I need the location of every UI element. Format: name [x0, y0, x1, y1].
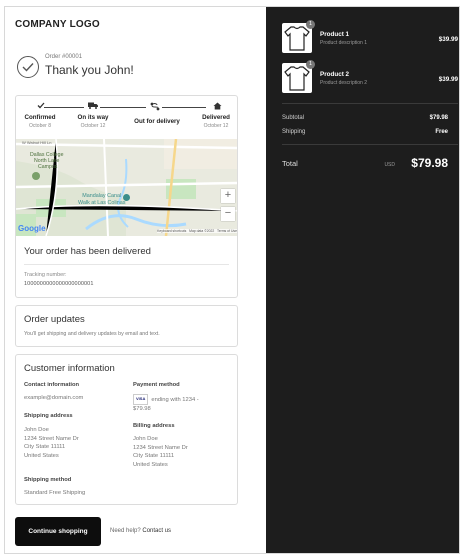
terms-link[interactable]: Terms of Use: [217, 229, 237, 233]
product-name: Product 1: [320, 31, 350, 38]
billing-address-heading: Billing address: [133, 423, 175, 429]
map-place-label: Mandalay Canal Walk at Las Colinas: [78, 193, 126, 206]
shipping-label: Shipping: [282, 129, 306, 135]
truck-icon: [88, 102, 98, 112]
map-zoom-out-button[interactable]: −: [221, 207, 235, 221]
main-column: COMPANY LOGO Order #00001 Thank you John…: [5, 7, 266, 553]
product-price: $39.99: [438, 76, 458, 83]
step-label-delivered: Delivered: [202, 114, 230, 121]
map-pin-icon: [32, 172, 40, 180]
order-updates-subtitle: You'll get shipping and delivery updates…: [24, 331, 160, 337]
visa-card-icon: VISA: [133, 394, 149, 405]
order-summary-panel: 1 Product 1 Product description 1 $39.99…: [266, 7, 459, 553]
progress-tracker: Confirmed October 8 On its way October 1…: [16, 96, 237, 139]
progress-line: [162, 107, 206, 108]
company-logo[interactable]: COMPANY LOGO: [15, 19, 100, 30]
step-label-confirmed: Confirmed: [24, 114, 56, 121]
customer-info-title: Customer information: [24, 363, 115, 374]
product-description: Product description 2: [320, 80, 367, 86]
tracking-label: Tracking number:: [24, 272, 67, 278]
quantity-badge: 1: [306, 60, 315, 69]
progress-line: [100, 107, 146, 108]
thank-you-heading: Thank you John!: [45, 63, 134, 77]
check-icon: [36, 102, 46, 112]
help-text: Need help? Contact us: [110, 528, 172, 534]
total-value: $79.98: [411, 156, 448, 170]
payment-heading: Payment method: [133, 382, 180, 388]
shipping-method-heading: Shipping method: [24, 477, 72, 483]
contact-us-link[interactable]: Contact us: [142, 528, 171, 534]
delivery-status-title: Your order has been delivered: [24, 246, 151, 257]
step-date-confirmed: October 8: [29, 123, 51, 129]
shipping-address-heading: Shipping address: [24, 413, 73, 419]
step-date-delivered: October 12: [203, 123, 229, 129]
contact-heading: Contact information: [24, 382, 80, 388]
product-item: 1 Product 2 Product description 2 $39.99: [282, 60, 458, 93]
divider: [24, 264, 229, 265]
map-pin-icon: [123, 194, 130, 201]
shipping-method: Standard Free Shipping: [24, 490, 86, 496]
product-description: Product description 1: [320, 40, 367, 46]
shipping-value: Free: [435, 129, 448, 135]
home-icon: [212, 102, 222, 112]
total-label: Total: [282, 159, 298, 168]
step-label-on-its-way: On its way: [77, 114, 109, 121]
order-status-page: COMPANY LOGO Order #00001 Thank you John…: [4, 6, 460, 554]
subtotal-label: Subtotal: [282, 115, 305, 121]
continue-shopping-button[interactable]: Continue shopping: [15, 517, 101, 546]
step-label-out-for-delivery: Out for delivery: [134, 118, 180, 125]
shipping-address: John Doe 1234 Street Name Dr City State …: [24, 427, 79, 459]
subtotal-value: $79.98: [429, 115, 448, 121]
divider: [282, 144, 458, 145]
keyboard-shortcuts-link[interactable]: Keyboard shortcuts: [157, 229, 186, 233]
order-status-card: Confirmed October 8 On its way October 1…: [15, 95, 238, 298]
map-attribution: Keyboard shortcuts Map data ©2022 Terms …: [157, 229, 237, 233]
map-street-label: W Walnut Hill Ln: [22, 140, 52, 145]
product-item: 1 Product 1 Product description 1 $39.99: [282, 20, 458, 53]
divider: [282, 103, 458, 104]
order-updates-title: Order updates: [24, 314, 85, 325]
map-zoom-in-button[interactable]: +: [221, 189, 235, 203]
order-number: Order #00001: [45, 54, 83, 60]
product-price: $39.99: [438, 36, 458, 43]
currency-code: USD: [384, 162, 395, 168]
billing-address: John Doe 1234 Street Name Dr City State …: [133, 436, 188, 468]
delivery-map[interactable]: W Walnut Hill Ln Dallas College North La…: [16, 139, 237, 236]
quantity-badge: 1: [306, 20, 315, 29]
customer-info-card: Customer information Contact information…: [15, 354, 238, 505]
product-name: Product 2: [320, 71, 350, 78]
order-updates-card: Order updates You'll get shipping and de…: [15, 305, 238, 347]
google-logo[interactable]: Google: [18, 224, 46, 233]
check-circle-icon: [17, 56, 39, 78]
confirmation-header: Order #00001 Thank you John!: [15, 51, 255, 81]
tracking-number[interactable]: 1000000000000000000001: [24, 281, 94, 287]
contact-email: example@domain.com: [24, 395, 84, 401]
progress-line: [44, 107, 84, 108]
step-date-on-its-way: October 12: [80, 123, 106, 129]
route-icon: [150, 102, 160, 112]
map-place-label: Dallas College North Lake Campus: [30, 152, 64, 170]
payment-info: VISA ending with 1234 - $79.98: [133, 394, 199, 412]
